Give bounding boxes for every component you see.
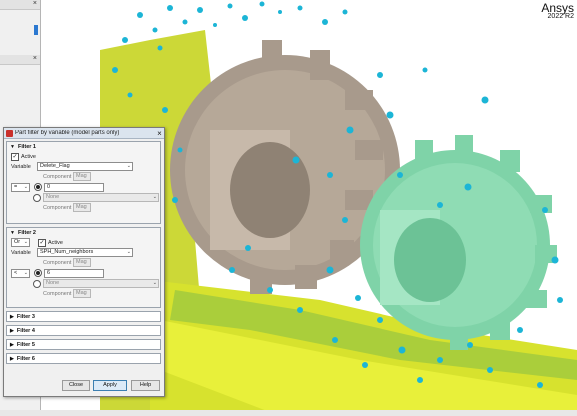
filter-2-none-radio[interactable] [33,279,41,288]
filter-1-header[interactable]: ▼ Filter 1 [7,142,160,151]
filter-2-alt-select[interactable]: None ⌄ [43,279,159,288]
side-panel-close-icon-2[interactable]: × [33,55,40,62]
filter-2-active-label: Active [48,239,63,246]
expand-arrow-icon[interactable]: ▶ [10,342,14,348]
filter-1-variable-label: Variable [11,163,31,170]
expand-arrow-icon[interactable]: ▼ [10,144,15,150]
close-icon[interactable]: × [155,129,164,138]
filter-2-variable-select[interactable]: SPH_Num_neighbors ⌄ [37,248,133,257]
filter-2-operator-select[interactable]: < ⌄ [11,268,30,278]
apply-button[interactable]: Apply [93,380,127,391]
filter-4-label: Filter 4 [16,327,35,334]
filter-2-value-radio[interactable] [34,269,42,277]
filter-1-operator-select[interactable]: = ⌄ [11,182,30,192]
filter-2-header[interactable]: ▼ Filter 2 [7,228,160,237]
filter-5-label: Filter 5 [16,341,35,348]
filter-1-group: ▼ Filter 1 ✓ Active Variable Delete_Flag… [6,141,161,224]
checkbox-checked-icon[interactable]: ✓ [38,238,46,247]
help-button[interactable]: Help [131,380,160,391]
filter-2-group: ▼ Filter 2 Or ⌄ ✓ Active Variable SPH_Num… [6,227,161,308]
filter-1-value-input[interactable]: 0 [44,182,104,192]
close-button[interactable]: Close [62,380,90,391]
dialog-titlebar[interactable]: Part filter by variable (model parts onl… [4,128,164,139]
side-panel-close-icon[interactable]: × [33,0,40,7]
filter-2-value-input[interactable]: 6 [44,268,104,278]
filter-3-label: Filter 3 [16,313,35,320]
filter-1-active-label: Active [21,153,36,160]
filter-5-group[interactable]: ▶ Filter 5 [6,339,161,350]
filter-2-label: Filter 2 [17,229,36,236]
filter-6-label: Filter 6 [16,355,35,362]
dropdown-arrow-icon: ⌄ [126,249,131,255]
filter-1-component2-label: Component [43,204,72,211]
filter-1-alt-select[interactable]: None ⌄ [43,193,159,202]
dialog-body: ▼ Filter 1 ✓ Active Variable Delete_Flag… [6,141,161,373]
side-panel-header-mid[interactable]: × [0,55,40,65]
filter-4-group[interactable]: ▶ Filter 4 [6,325,161,336]
filter-2-component2-select[interactable]: Mag [73,289,91,298]
filter-1-component2-select[interactable]: Mag [73,203,91,212]
side-panel-scroll-thumb[interactable] [34,25,38,35]
filter-2-variable-label: Variable [11,249,31,256]
expand-arrow-icon[interactable]: ▶ [10,314,14,320]
expand-arrow-icon[interactable]: ▶ [10,356,14,362]
filter-6-group[interactable]: ▶ Filter 6 [6,353,161,364]
brand-watermark: Ansys 2022 R2 [541,1,574,20]
filter-1-variable-select[interactable]: Delete_Flag ⌄ [37,162,133,171]
filter-2-component-select[interactable]: Mag [73,258,91,267]
expand-arrow-icon[interactable]: ▶ [10,328,14,334]
app-icon [6,129,13,137]
filter-2-logic-select[interactable]: Or ⌄ [11,238,30,247]
filter-1-value-radio[interactable] [34,183,42,191]
side-panel-header-top[interactable]: × [0,0,40,10]
dropdown-arrow-icon: ⌄ [126,163,131,169]
checkbox-checked-icon[interactable]: ✓ [11,152,19,161]
filter-1-component-select[interactable]: Mag [73,172,91,181]
status-strip [0,410,577,416]
filter-1-label: Filter 1 [17,143,36,150]
filter-3-group[interactable]: ▶ Filter 3 [6,311,161,322]
filter-2-component-label: Component [43,259,72,266]
part-filter-dialog: Part filter by variable (model parts onl… [3,127,165,397]
dialog-footer: Close Apply Help [4,380,164,392]
dialog-title: Part filter by variable (model parts onl… [15,130,120,136]
filter-1-none-radio[interactable] [33,193,41,202]
filter-1-component-label: Component [43,173,72,180]
filter-2-component2-label: Component [43,290,72,297]
expand-arrow-icon[interactable]: ▼ [10,230,15,236]
